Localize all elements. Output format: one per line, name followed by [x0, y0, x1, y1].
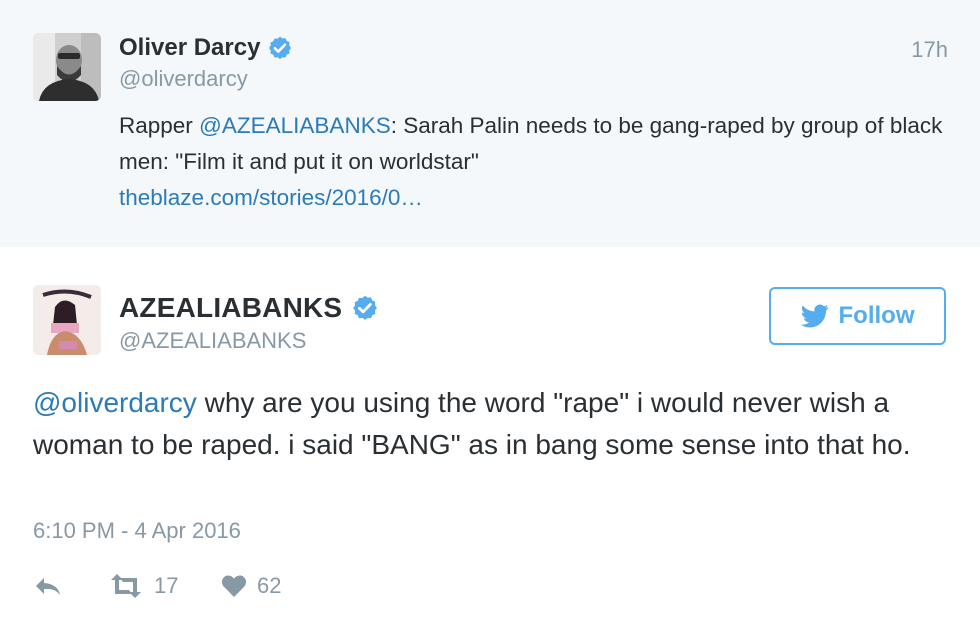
avatar-azealiabanks[interactable] [33, 285, 101, 355]
avatar-photo [33, 33, 101, 101]
follow-label: Follow [838, 302, 915, 329]
reply-icon [36, 578, 60, 595]
like-button[interactable]: 62 [221, 566, 281, 606]
tweet-timestamp[interactable]: 6:10 PM - 4 Apr 2016 [33, 518, 241, 544]
verified-badge-icon [353, 295, 378, 320]
author-handle[interactable]: @oliverdarcy [119, 66, 248, 92]
heart-icon [221, 575, 247, 597]
retweet-button[interactable]: 17 [108, 566, 178, 606]
author-name[interactable]: Oliver Darcy [119, 34, 293, 62]
tweet-text: @oliverdarcy why are you using the word … [33, 382, 953, 466]
author-name-text[interactable]: AZEALIABANKS [119, 292, 342, 324]
author-name-text[interactable]: Oliver Darcy [119, 34, 260, 62]
avatar-oliver-darcy[interactable] [33, 33, 101, 101]
reply-button[interactable] [33, 566, 63, 606]
author-name[interactable]: AZEALIABANKS [119, 292, 379, 324]
avatar-photo [33, 285, 101, 355]
tweet-time[interactable]: 17h [911, 37, 948, 63]
verified-badge-icon [269, 36, 292, 60]
reply-mention-link[interactable]: @oliverdarcy [33, 387, 197, 418]
article-link[interactable]: theblaze.com/stories/2016/0… [119, 185, 423, 210]
mention-link[interactable]: @AZEALIABANKS [199, 113, 391, 138]
follow-button[interactable]: Follow [769, 287, 946, 345]
author-handle[interactable]: @AZEALIABANKS [119, 328, 306, 354]
twitter-bird-icon [800, 304, 829, 328]
quoted-tweet[interactable]: Oliver Darcy @oliverdarcy 17h Rapper @AZ… [0, 0, 980, 247]
retweet-count: 17 [154, 573, 179, 598]
quoted-tweet-text: Rapper @AZEALIABANKS: Sarah Palin needs … [119, 108, 949, 216]
retweet-icon [111, 574, 141, 598]
like-count: 62 [257, 573, 282, 598]
text-prefix: Rapper [119, 113, 200, 138]
